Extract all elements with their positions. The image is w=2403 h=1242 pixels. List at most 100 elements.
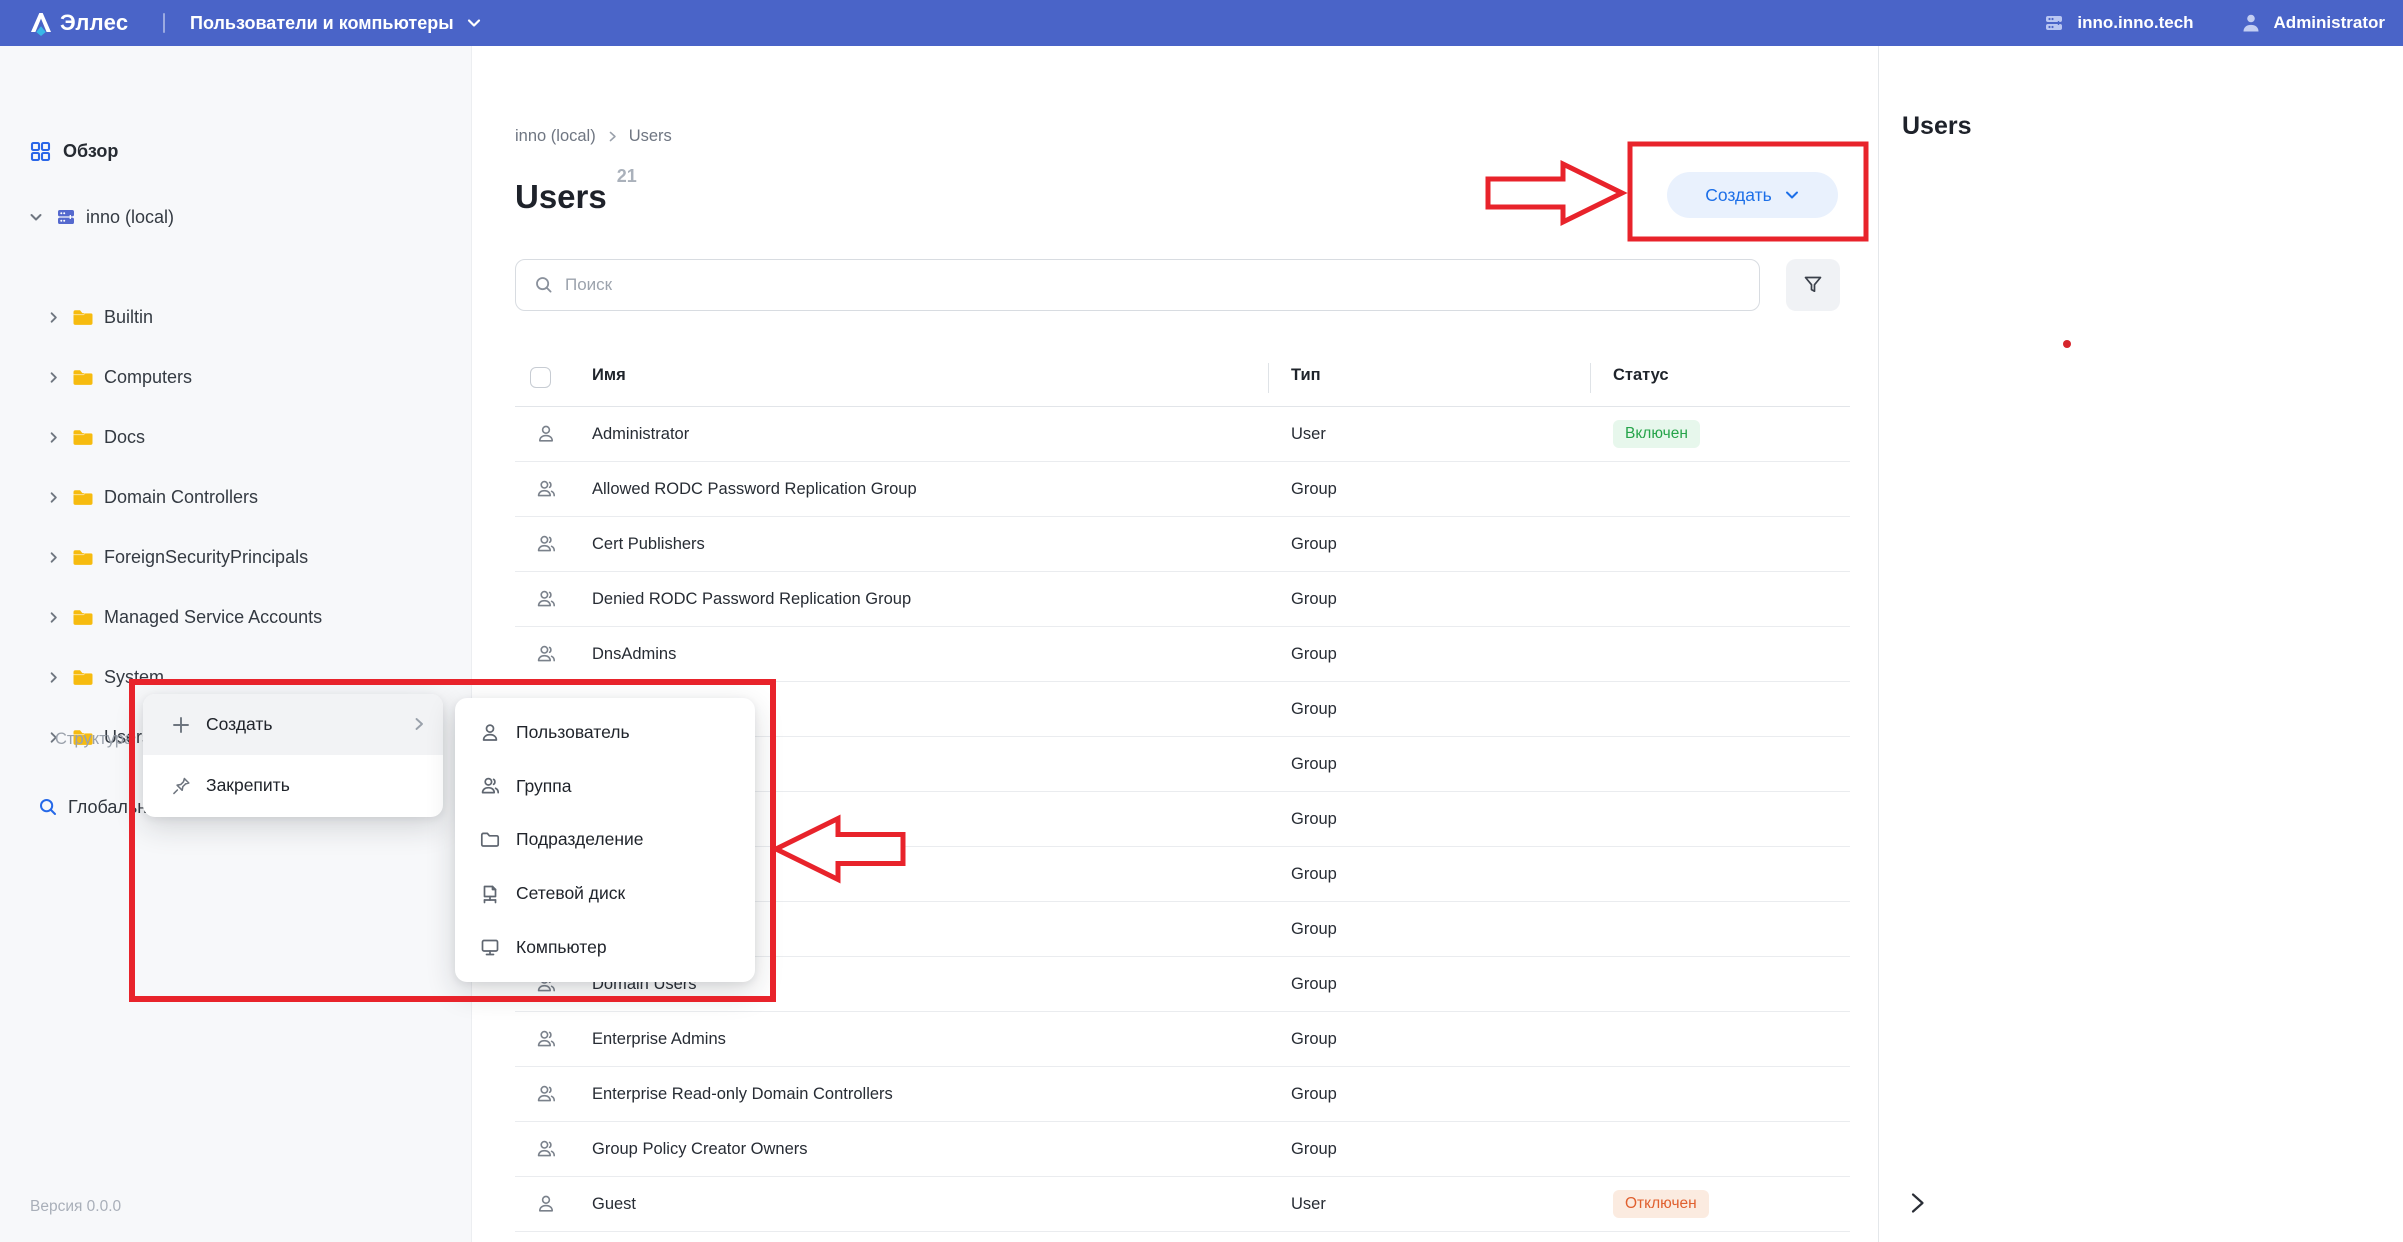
table-row[interactable]: Group Policy Creator Owners Group	[515, 1122, 1850, 1177]
details-panel-title: Users	[1902, 112, 1972, 141]
search-icon	[38, 797, 58, 817]
row-type: Group	[1291, 645, 1613, 664]
row-name: Enterprise Read-only Domain Controllers	[592, 1085, 893, 1104]
tree-node-docs[interactable]: Docs	[0, 417, 472, 457]
table-row[interactable]: Enterprise Read-only Domain Controllers …	[515, 1067, 1850, 1122]
breadcrumb-parent[interactable]: inno (local)	[515, 127, 596, 146]
submenu-item-group[interactable]: Группа	[455, 760, 755, 814]
column-divider	[1590, 363, 1591, 393]
submenu-item-user[interactable]: Пользователь	[455, 706, 755, 760]
page-title-text: Users	[515, 178, 607, 215]
row-name: Denied RODC Password Replication Group	[592, 590, 911, 609]
menu-item-label: Компьютер	[516, 937, 607, 958]
row-type: Group	[1291, 590, 1613, 609]
app-title: Эллес	[60, 10, 128, 36]
row-type: Group	[1291, 480, 1613, 499]
search-input[interactable]	[565, 275, 1759, 295]
chevron-right-icon[interactable]	[46, 430, 61, 445]
table-row[interactable]: Cert Publishers Group	[515, 517, 1850, 572]
tree-node-label: Builtin	[104, 307, 153, 328]
menu-item-label: Пользователь	[516, 722, 630, 743]
sidebar-item-label: Обзор	[63, 141, 118, 162]
chevron-right-icon[interactable]	[46, 370, 61, 385]
chevron-right-icon[interactable]	[46, 670, 61, 685]
group-icon	[535, 478, 557, 500]
status-badge: Включен	[1613, 420, 1700, 448]
table-row[interactable]: Denied RODC Password Replication Group G…	[515, 572, 1850, 627]
tree-node-domain-controllers[interactable]: Domain Controllers	[0, 477, 472, 517]
tree-node-label: Managed Service Accounts	[104, 607, 322, 628]
chevron-down-icon	[466, 15, 482, 31]
submenu-item-org-unit[interactable]: Подразделение	[455, 813, 755, 867]
module-dropdown[interactable]: Пользователи и компьютеры	[190, 0, 482, 46]
group-icon	[535, 1138, 557, 1160]
tree-node-system[interactable]: System	[0, 657, 472, 697]
table-row[interactable]: Enterprise Admins Group	[515, 1012, 1850, 1067]
server-indicator[interactable]: inno.inno.tech	[2043, 12, 2193, 34]
create-submenu: Пользователь Группа Подразделение Сетево…	[455, 698, 755, 982]
row-type: User	[1291, 1195, 1613, 1214]
row-name: DnsAdmins	[592, 645, 676, 664]
folder-icon	[72, 429, 93, 446]
domain-server-icon	[56, 207, 76, 227]
column-header-type[interactable]: Тип	[1291, 366, 1321, 385]
tree-node-managed-service[interactable]: Managed Service Accounts	[0, 597, 472, 637]
user-menu[interactable]: Administrator	[2240, 12, 2385, 34]
group-icon	[535, 533, 557, 555]
tree-node-label: inno (local)	[86, 207, 174, 228]
row-type: Group	[1291, 755, 1613, 774]
context-menu-item-create[interactable]: Создать	[143, 694, 443, 755]
chevron-right-icon[interactable]	[46, 490, 61, 505]
structure-section-label: Структура	[55, 730, 133, 749]
row-type: Group	[1291, 1085, 1613, 1104]
row-type: Group	[1291, 810, 1613, 829]
chevron-right-icon[interactable]	[46, 550, 61, 565]
table-row[interactable]: Allowed RODC Password Replication Group …	[515, 462, 1850, 517]
row-type: Group	[1291, 535, 1613, 554]
menu-item-label: Закрепить	[206, 775, 290, 796]
tree-node-foreign-security[interactable]: ForeignSecurityPrincipals	[0, 537, 472, 577]
menu-item-label: Создать	[206, 714, 273, 735]
column-header-name[interactable]: Имя	[592, 366, 626, 385]
folder-icon	[72, 309, 93, 326]
sidebar-item-overview[interactable]: Обзор	[0, 131, 472, 171]
chevron-down-icon[interactable]	[28, 209, 44, 225]
chevron-right-icon	[1904, 1190, 1930, 1216]
tree-node-domain[interactable]: inno (local)	[0, 197, 472, 237]
submenu-item-computer[interactable]: Компьютер	[455, 920, 755, 974]
tree-node-label: ForeignSecurityPrincipals	[104, 547, 308, 568]
tree-node-builtin[interactable]: Builtin	[0, 297, 472, 337]
folder-icon	[72, 549, 93, 566]
panel-collapse-button[interactable]	[1903, 1190, 1931, 1218]
row-name: Guest	[592, 1195, 636, 1214]
menu-item-label: Сетевой диск	[516, 883, 625, 904]
table-row[interactable]: Administrator User Включен	[515, 407, 1850, 462]
top-bar: Эллес Пользователи и компьютеры inno.inn…	[0, 0, 2403, 46]
table-row[interactable]: Guest User Отключен	[515, 1177, 1850, 1232]
chevron-right-icon	[606, 130, 619, 143]
context-menu-item-pin[interactable]: Закрепить	[143, 755, 443, 816]
filter-button[interactable]	[1786, 259, 1840, 311]
server-icon	[2043, 12, 2065, 34]
chevron-right-icon[interactable]	[46, 610, 61, 625]
row-type: Group	[1291, 1140, 1613, 1159]
chevron-right-icon[interactable]	[46, 310, 61, 325]
chevron-down-icon	[1784, 187, 1800, 203]
group-icon	[479, 775, 501, 797]
submenu-item-network-drive[interactable]: Сетевой диск	[455, 867, 755, 921]
tree-node-computers[interactable]: Computers	[0, 357, 472, 397]
computer-icon	[479, 936, 501, 958]
group-icon	[535, 1028, 557, 1050]
table-row[interactable]: DnsAdmins Group	[515, 627, 1850, 682]
sidebar: Обзор inno (local) Builtin Computers	[0, 46, 472, 1242]
column-header-status[interactable]: Статус	[1613, 366, 1669, 385]
version-label: Версия 0.0.0	[30, 1198, 121, 1216]
create-button[interactable]: Создать	[1667, 172, 1838, 218]
elles-logo-icon	[28, 10, 54, 36]
user-icon	[535, 1193, 557, 1215]
chevron-right-icon	[411, 716, 427, 732]
select-all-checkbox[interactable]	[530, 367, 551, 388]
breadcrumb-current[interactable]: Users	[629, 127, 672, 146]
row-type: Group	[1291, 975, 1613, 994]
row-type: Group	[1291, 920, 1613, 939]
